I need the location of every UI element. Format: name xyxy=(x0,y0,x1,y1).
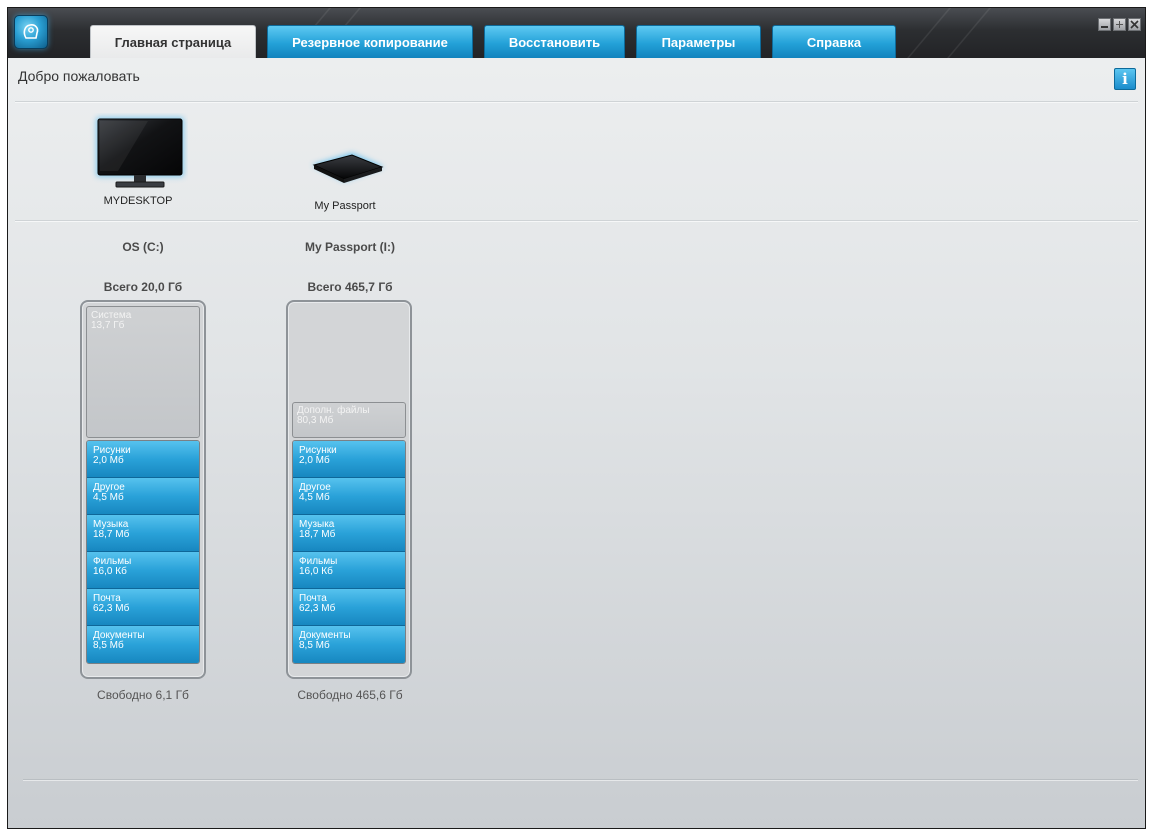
tab-restore[interactable]: Восстановить xyxy=(484,25,625,58)
extra-files-segment: Дополн. файлы 80,3 Мб xyxy=(292,402,406,438)
category-stack: Рисунки 2,0 Мб Другое 4,5 Мб Музыка 18,7 Мб… xyxy=(292,440,406,664)
category-segment: Рисунки 2,0 Мб xyxy=(87,441,199,478)
category-segment: Другое 4,5 Мб xyxy=(293,478,405,515)
devices-divider xyxy=(15,220,1138,222)
app-logo-icon xyxy=(14,15,48,49)
info-button[interactable]: i xyxy=(1114,68,1136,90)
main-tabs: Главная страница Резервное копирование В… xyxy=(90,25,907,58)
minimize-button[interactable] xyxy=(1098,18,1111,31)
device-computer[interactable]: MYDESKTOP xyxy=(88,113,188,213)
category-segment: Фильмы 16,0 Кб xyxy=(293,552,405,589)
drive-total: Всего 20,0 Гб xyxy=(103,280,183,294)
drive-free: Свободно 465,6 Гб xyxy=(297,688,403,702)
drive-free: Свободно 6,1 Гб xyxy=(97,688,189,702)
category-segment: Рисунки 2,0 Мб xyxy=(293,441,405,478)
home-content: Добро пожаловать i MYDESKTOP My Passport… xyxy=(8,58,1145,828)
category-segment: Почта 62,3 Мб xyxy=(293,589,405,626)
category-segment: Почта 62,3 Мб xyxy=(87,589,199,626)
category-stack: Рисунки 2,0 Мб Другое 4,5 Мб Музыка 18,7 Мб… xyxy=(86,440,200,664)
drive-usage-bar: Дополн. файлы 80,3 Мб Рисунки 2,0 Мб Друг… xyxy=(286,300,412,679)
category-segment: Фильмы 16,0 Кб xyxy=(87,552,199,589)
category-segment: Документы 8,5 Мб xyxy=(293,626,405,663)
free-space-area xyxy=(292,306,406,402)
tab-help[interactable]: Справка xyxy=(772,25,896,58)
tab-home[interactable]: Главная страница xyxy=(90,25,256,58)
device-external-drive[interactable]: My Passport xyxy=(300,143,390,213)
title-bar: Главная страница Резервное копирование В… xyxy=(8,8,1145,58)
category-segment: Музыка 18,7 Мб xyxy=(87,515,199,552)
category-segment: Музыка 18,7 Мб xyxy=(293,515,405,552)
device-label: MYDESKTOP xyxy=(103,195,173,207)
external-drive-icon xyxy=(312,153,384,183)
close-button[interactable] xyxy=(1128,18,1141,31)
app-window: Главная страница Резервное копирование В… xyxy=(7,7,1146,829)
category-segment: Другое 4,5 Мб xyxy=(87,478,199,515)
drive-usage-bar: Система 13,7 Гб Рисунки 2,0 Мб Другое 4,5 … xyxy=(80,300,206,679)
monitor-icon xyxy=(96,117,184,188)
footer-divider xyxy=(23,779,1138,781)
maximize-button[interactable] xyxy=(1113,18,1126,31)
tab-settings[interactable]: Параметры xyxy=(636,25,761,58)
page-title: Добро пожаловать xyxy=(18,68,140,84)
drive-total: Всего 465,7 Гб xyxy=(307,280,393,294)
tab-backup[interactable]: Резервное копирование xyxy=(267,25,473,58)
drive-name: My Passport (I:) xyxy=(304,240,395,254)
category-segment: Документы 8,5 Мб xyxy=(87,626,199,663)
window-controls xyxy=(1096,18,1141,31)
device-label: My Passport xyxy=(314,200,376,212)
header-divider xyxy=(15,101,1138,103)
system-segment: Система 13,7 Гб xyxy=(86,306,200,438)
drive-name: OS (C:) xyxy=(122,240,164,254)
